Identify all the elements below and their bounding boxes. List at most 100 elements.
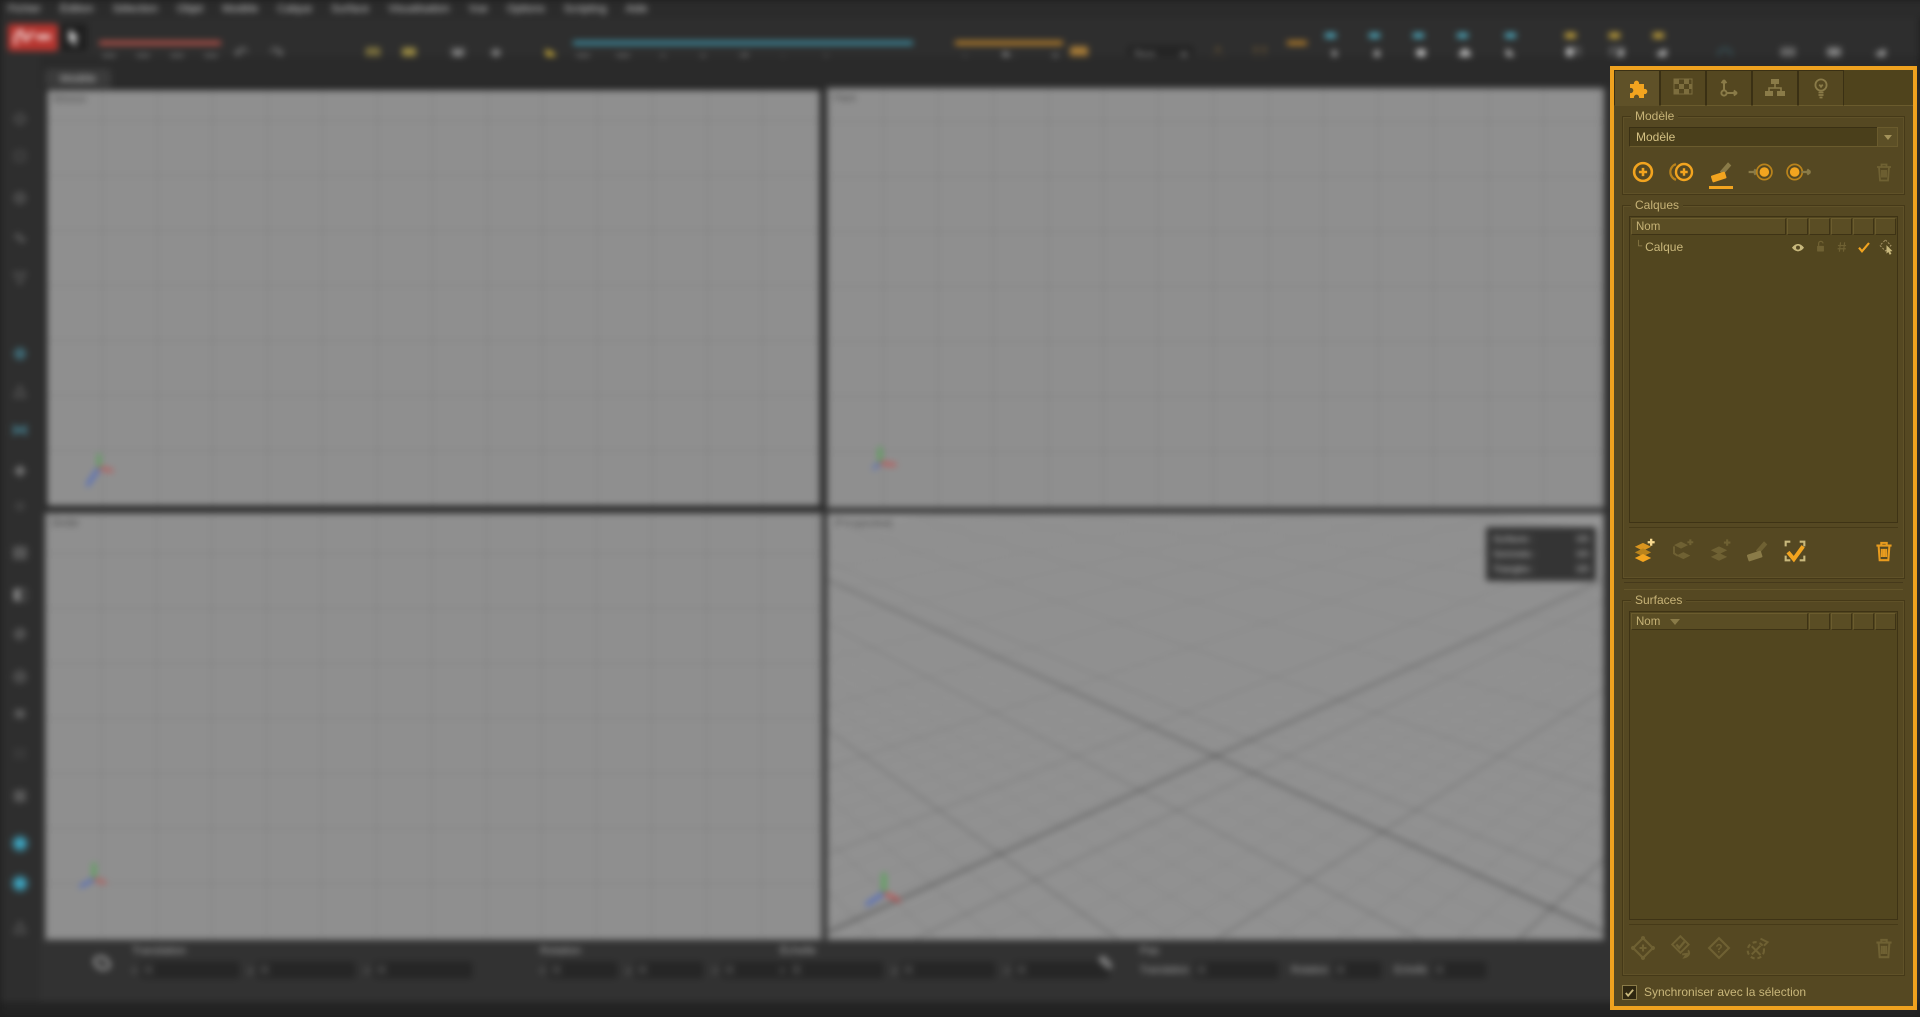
layer-visible-toggle[interactable] [1787, 239, 1809, 255]
slider-translation-x[interactable]: x [132, 962, 239, 978]
calques-column-active[interactable] [1853, 218, 1874, 235]
menu-calque[interactable]: Calque [277, 3, 312, 15]
layer-active-check[interactable] [1853, 239, 1875, 255]
delete-surface-button[interactable] [1870, 934, 1898, 962]
export-model-button[interactable] [1785, 158, 1813, 186]
step-field-rotation[interactable]: Rotation [1291, 962, 1381, 978]
tab-hierarchy[interactable] [1752, 70, 1798, 106]
import-into-model-button[interactable] [1746, 158, 1774, 186]
left-tool-15-icon[interactable]: ≋ [0, 704, 40, 724]
sync-selection-checkbox[interactable] [1622, 985, 1637, 1000]
step-field-échelle[interactable]: Échelle [1394, 962, 1486, 978]
left-tool-18-icon[interactable]: ◉ [0, 830, 40, 855]
surfaces-group-title: Surfaces [1631, 593, 1686, 607]
calques-column-visible[interactable] [1787, 218, 1808, 235]
left-tool-11-icon[interactable]: ▤ [0, 542, 40, 562]
left-tool-9-icon[interactable]: ◈ [0, 460, 40, 480]
add-surface-button[interactable] [1629, 934, 1657, 962]
pointer-mode-icon[interactable] [61, 24, 87, 51]
slider-rotation-z[interactable]: z [713, 962, 790, 978]
optimize-surface-button[interactable] [1743, 934, 1771, 962]
calque-row-name: Calque [1630, 240, 1787, 254]
slider-translation-z[interactable]: z [365, 962, 472, 978]
surfaces-column-3[interactable] [1853, 613, 1874, 630]
menu-sélection[interactable]: Sélection [113, 3, 158, 15]
duplicate-model-button[interactable] [1668, 158, 1696, 186]
slider-rotation-y[interactable]: y [627, 962, 704, 978]
assign-surface-button[interactable] [1667, 934, 1695, 962]
rename-layer-button[interactable] [1743, 537, 1771, 565]
left-tool-5-icon[interactable]: ▽ [0, 268, 40, 288]
layer-selectable-toggle[interactable] [1875, 238, 1897, 255]
tab-lighting[interactable] [1798, 70, 1844, 106]
menu-visualisation[interactable]: Visualisation [388, 3, 450, 15]
slider-échelle-x[interactable]: x [780, 962, 883, 978]
left-tool-3-icon[interactable]: ⊙ [0, 188, 40, 208]
slider-échelle-y[interactable]: y [893, 962, 996, 978]
select-layer-content-button[interactable] [1781, 537, 1809, 565]
menu-modèle[interactable]: Modèle [222, 3, 258, 15]
menu-fichier[interactable]: Fichier [8, 3, 41, 15]
left-tool-12-icon[interactable]: ◧ [0, 584, 40, 604]
menu-objet[interactable]: Objet [177, 3, 203, 15]
viewport-top[interactable]: Dessus [45, 88, 822, 508]
model-combo-button[interactable] [1877, 127, 1898, 147]
left-tool-4-icon[interactable]: ∿ [0, 228, 40, 248]
calques-column-count[interactable] [1831, 218, 1852, 235]
tab-transform[interactable] [1706, 70, 1752, 106]
calques-column-selectable[interactable] [1875, 218, 1896, 235]
left-tool-14-icon[interactable]: ◎ [0, 666, 40, 686]
surface-info-button[interactable]: ? [1705, 934, 1733, 962]
left-tool-2-icon[interactable]: □ [0, 148, 40, 166]
left-tool-20-icon[interactable]: △ [0, 916, 40, 936]
menu-surface[interactable]: Surface [331, 3, 369, 15]
left-tool-8-icon[interactable]: ⋈ [0, 420, 40, 440]
viewport-perspective[interactable]: [Perspective] Surfaces :0/0 Sommets :0/0… [827, 513, 1604, 940]
surfaces-column-2[interactable] [1831, 613, 1852, 630]
surfaces-column-1[interactable] [1809, 613, 1830, 630]
surfaces-column-4[interactable] [1875, 613, 1896, 630]
document-tab[interactable]: Modèle [45, 69, 111, 88]
layer-lock-toggle[interactable] [1809, 239, 1831, 254]
link-axes-icon[interactable] [90, 951, 114, 975]
tab-textures[interactable] [1660, 70, 1706, 106]
tab-model[interactable] [1614, 70, 1660, 106]
viewport-side[interactable]: Droite [45, 513, 822, 940]
calque-row[interactable]: Calque [1630, 236, 1897, 257]
menu-scripting[interactable]: Scripting [564, 3, 607, 15]
left-tool-10-icon[interactable]: ○ [0, 498, 40, 516]
left-tool-6-icon[interactable]: ⊕ [0, 344, 40, 364]
calques-column-locked[interactable] [1809, 218, 1830, 235]
left-tool-7-icon[interactable]: △ [0, 380, 40, 400]
left-tool-19-icon[interactable]: ◉ [0, 870, 40, 895]
rename-model-button[interactable] [1707, 158, 1735, 186]
viewport-front[interactable]: Face [827, 88, 1604, 508]
panel-splitter[interactable] [1624, 582, 1903, 590]
calques-list-body[interactable] [1630, 257, 1897, 522]
menu-bar: Fichier Édition Sélection Objet Modèle Calque… [0, 0, 1920, 18]
surfaces-column-nom[interactable]: Nom [1631, 613, 1808, 630]
left-tool-17-icon[interactable]: ⊞ [0, 786, 40, 806]
add-model-button[interactable] [1629, 158, 1657, 186]
menu-vue[interactable]: Vue [469, 3, 488, 15]
transform-group-label: Rotation [540, 945, 790, 957]
left-tool-1-icon[interactable]: ◇ [0, 108, 40, 128]
slider-échelle-z[interactable]: z [1005, 962, 1108, 978]
slider-translation-y[interactable]: y [249, 962, 356, 978]
menu-édition[interactable]: Édition [60, 3, 94, 15]
model-combo[interactable]: Modèle [1629, 127, 1898, 147]
left-tool-13-icon[interactable]: ⊘ [0, 624, 40, 644]
delete-model-button[interactable] [1870, 158, 1898, 186]
step-field-translation[interactable]: Translation [1140, 962, 1278, 978]
edit-values-icon[interactable]: ✎ [1098, 953, 1114, 976]
add-layer-copy-button[interactable] [1705, 537, 1733, 565]
delete-layer-button[interactable] [1870, 537, 1898, 565]
calques-column-nom[interactable]: Nom [1631, 218, 1786, 235]
add-layer-button[interactable] [1629, 537, 1657, 565]
add-sublayer-button[interactable] [1667, 537, 1695, 565]
surfaces-list-body[interactable] [1630, 631, 1897, 919]
menu-options[interactable]: Options [507, 3, 545, 15]
slider-rotation-x[interactable]: x [540, 962, 617, 978]
left-tool-16-icon[interactable]: ∷ [0, 744, 40, 764]
menu-aide[interactable]: Aide [626, 3, 648, 15]
